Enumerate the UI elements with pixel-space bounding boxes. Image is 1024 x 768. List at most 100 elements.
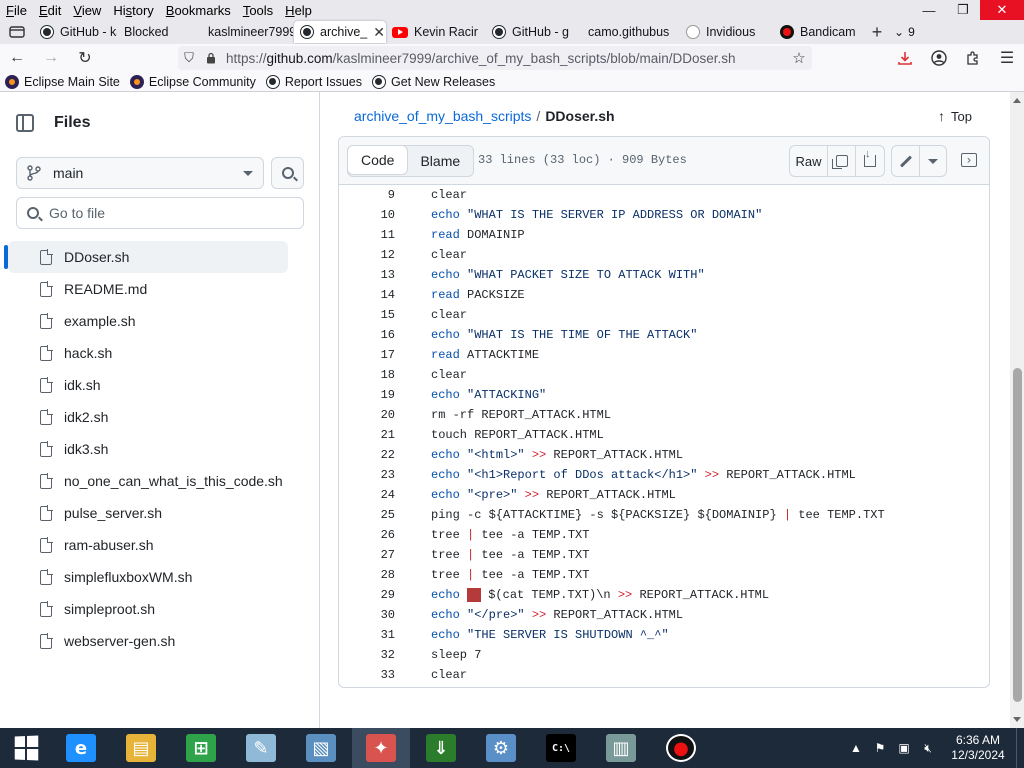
- file-tree-item[interactable]: hack.sh: [8, 337, 288, 369]
- menu-history[interactable]: History: [107, 3, 159, 18]
- file-tree-item[interactable]: simpleproot.sh: [8, 593, 288, 625]
- bookmark-item[interactable]: Report Issues: [261, 74, 367, 89]
- network-icon[interactable]: ▣: [892, 741, 916, 755]
- minimize-button[interactable]: —: [912, 0, 946, 20]
- line-number[interactable]: 33: [339, 668, 395, 682]
- line-number[interactable]: 10: [339, 208, 395, 222]
- downloads-button[interactable]: [888, 44, 922, 72]
- tray-overflow-icon[interactable]: ▲: [844, 741, 868, 755]
- scroll-up-icon[interactable]: [1013, 98, 1021, 103]
- code-tab[interactable]: Code: [347, 145, 409, 175]
- symbols-toggle[interactable]: ›: [955, 145, 983, 177]
- taskbar-app-store[interactable]: ⊞: [172, 728, 230, 768]
- account-button[interactable]: [922, 44, 956, 72]
- line-number[interactable]: 14: [339, 288, 395, 302]
- close-window-button[interactable]: ✕: [980, 0, 1024, 20]
- taskbar-app-notepad[interactable]: ✎: [232, 728, 290, 768]
- app-menu-button[interactable]: ☰: [990, 44, 1024, 72]
- breadcrumb-repo-link[interactable]: archive_of_my_bash_scripts: [354, 108, 531, 124]
- sidebar-collapse-icon[interactable]: [16, 114, 34, 132]
- file-tree-item[interactable]: idk2.sh: [8, 401, 288, 433]
- line-number[interactable]: 18: [339, 368, 395, 382]
- browser-tab[interactable]: Invidious: [680, 21, 774, 43]
- top-link[interactable]: ↑ Top: [938, 108, 972, 124]
- scroll-down-icon[interactable]: [1013, 717, 1021, 722]
- bookmark-item[interactable]: Eclipse Main Site: [0, 74, 125, 89]
- bookmark-item[interactable]: Eclipse Community: [125, 74, 261, 89]
- line-number[interactable]: 15: [339, 308, 395, 322]
- taskbar-app-text-document[interactable]: ▥: [592, 728, 650, 768]
- taskbar-app-bandicam-record[interactable]: ●: [652, 728, 710, 768]
- line-number[interactable]: 23: [339, 468, 395, 482]
- browser-tab[interactable]: kaslmineer7999: [202, 21, 294, 43]
- menu-view[interactable]: View: [67, 3, 107, 18]
- file-tree-item[interactable]: no_one_can_what_is_this_code.sh: [8, 465, 288, 497]
- taskbar-app-toolbox[interactable]: ✦: [352, 728, 410, 768]
- menu-file[interactable]: File: [0, 3, 33, 18]
- menu-edit[interactable]: Edit: [33, 3, 67, 18]
- blame-tab[interactable]: Blame: [407, 146, 473, 176]
- raw-button[interactable]: Raw: [790, 146, 828, 176]
- tab-overflow-button[interactable]: ⌄ 9: [894, 25, 915, 39]
- file-tree-item[interactable]: pulse_server.sh: [8, 497, 288, 529]
- extensions-button[interactable]: [956, 44, 990, 72]
- line-number[interactable]: 17: [339, 348, 395, 362]
- clock[interactable]: 6:36 AM 12/3/2024: [940, 733, 1016, 763]
- line-number[interactable]: 13: [339, 268, 395, 282]
- line-number[interactable]: 24: [339, 488, 395, 502]
- volume-muted-icon[interactable]: 🔇︎: [916, 741, 940, 756]
- close-tab-icon[interactable]: ✕: [373, 24, 385, 41]
- taskbar-app-command-prompt[interactable]: C:\: [532, 728, 590, 768]
- browser-tab[interactable]: GitHub - ka: [34, 21, 118, 43]
- file-tree-item[interactable]: README.md: [8, 273, 288, 305]
- go-to-file-input[interactable]: [49, 205, 289, 221]
- reload-button[interactable]: ↻: [68, 44, 102, 72]
- search-files-button[interactable]: [271, 157, 304, 189]
- line-number[interactable]: 26: [339, 528, 395, 542]
- line-number[interactable]: 19: [339, 388, 395, 402]
- flag-icon[interactable]: ⚑: [868, 741, 892, 755]
- line-number[interactable]: 9: [339, 188, 395, 202]
- browser-tab[interactable]: archive_ ✕: [294, 21, 386, 43]
- file-tree-item[interactable]: ram-abuser.sh: [8, 529, 288, 561]
- taskbar-app-photos[interactable]: ▧: [292, 728, 350, 768]
- forward-button[interactable]: →: [34, 44, 68, 72]
- line-number[interactable]: 11: [339, 228, 395, 242]
- lock-icon[interactable]: [200, 52, 222, 64]
- bookmark-star-icon[interactable]: ☆: [786, 49, 812, 67]
- file-tree-item[interactable]: simplefluxboxWM.sh: [8, 561, 288, 593]
- edit-file-button[interactable]: [892, 146, 920, 176]
- line-number[interactable]: 29: [339, 588, 395, 602]
- line-number[interactable]: 27: [339, 548, 395, 562]
- browser-tab[interactable]: Blocked: [118, 21, 202, 43]
- line-number[interactable]: 21: [339, 428, 395, 442]
- file-tree-item[interactable]: DDoser.sh: [4, 241, 288, 273]
- go-to-file-field[interactable]: [16, 197, 304, 229]
- menu-tools[interactable]: Tools: [237, 3, 279, 18]
- browser-tab[interactable]: GitHub - g: [486, 21, 582, 43]
- line-number[interactable]: 25: [339, 508, 395, 522]
- file-tree-item[interactable]: idk3.sh: [8, 433, 288, 465]
- file-tree-item[interactable]: idk.sh: [8, 369, 288, 401]
- browser-tab[interactable]: camo.githubus: [582, 21, 680, 43]
- taskbar-app-control-panel[interactable]: ⚙: [472, 728, 530, 768]
- symbols-button[interactable]: ›: [955, 145, 983, 175]
- menu-bookmarks[interactable]: Bookmarks: [160, 3, 237, 18]
- taskbar-app-file-explorer[interactable]: ▤: [112, 728, 170, 768]
- new-tab-button[interactable]: +: [864, 22, 890, 43]
- shield-icon[interactable]: ⛉: [178, 50, 200, 66]
- page-scrollbar[interactable]: [1010, 92, 1024, 728]
- bookmark-item[interactable]: Get New Releases: [367, 74, 500, 89]
- copy-raw-button[interactable]: [828, 146, 856, 176]
- line-number[interactable]: 22: [339, 448, 395, 462]
- show-desktop-button[interactable]: [1016, 728, 1024, 768]
- url-bar[interactable]: ⛉ https://github.com/kaslmineer7999/arch…: [178, 46, 812, 70]
- file-tree-item[interactable]: example.sh: [8, 305, 288, 337]
- line-number[interactable]: 28: [339, 568, 395, 582]
- file-tree-item[interactable]: webserver-gen.sh: [8, 625, 288, 657]
- browser-tab[interactable]: Bandicam: [774, 21, 864, 43]
- browser-tab[interactable]: Kevin Racir: [386, 21, 486, 43]
- line-number[interactable]: 32: [339, 648, 395, 662]
- scrollbar-thumb[interactable]: [1013, 368, 1022, 702]
- back-button[interactable]: ←: [0, 44, 34, 72]
